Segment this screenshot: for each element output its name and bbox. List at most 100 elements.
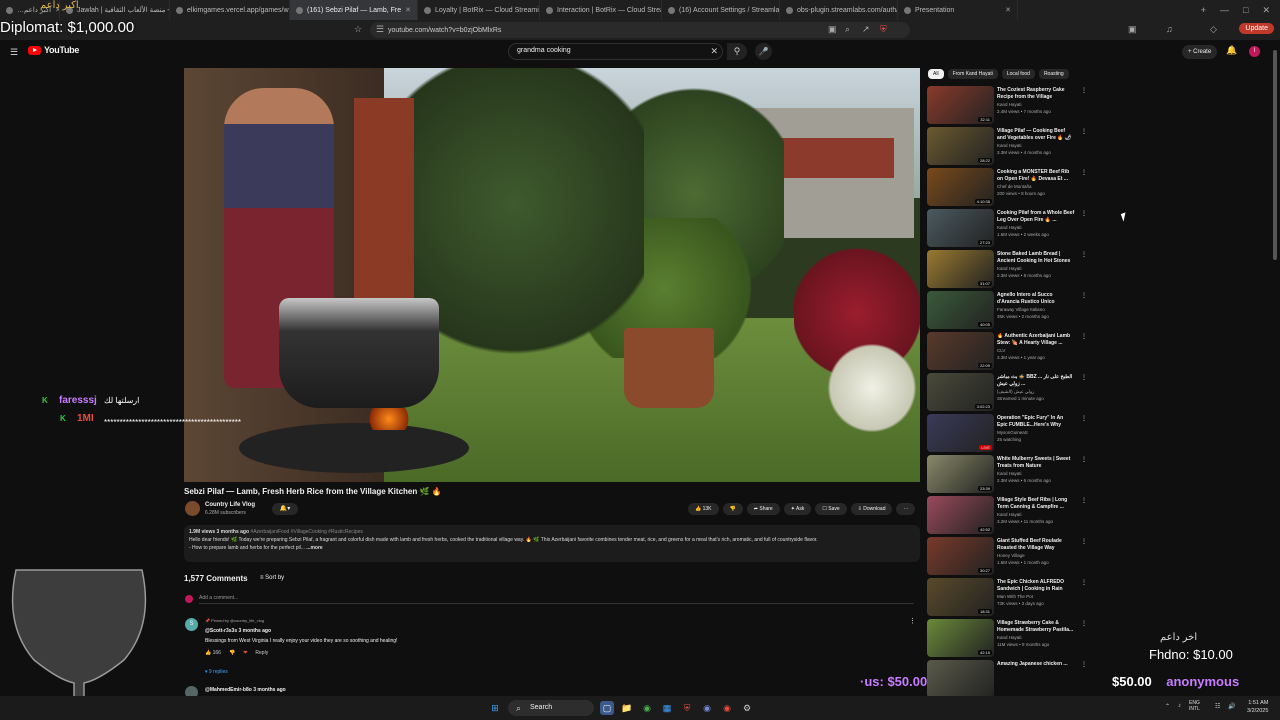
video-menu-icon[interactable]: ⋮ <box>1081 333 1087 340</box>
more-actions-icon[interactable]: ⋯ <box>896 503 916 515</box>
search-button[interactable]: ⚲ <box>727 43 747 60</box>
recommended-channel[interactable]: Kand Hayati <box>997 512 1022 517</box>
recommended-title[interactable]: Cooking Pilaf from a Whole Beef Leg Over… <box>997 210 1075 223</box>
file-explorer-icon[interactable]: 📁 <box>620 701 634 715</box>
recommended-video[interactable]: 30:27 Giant Stuffed Beef Roulade Roasted … <box>927 537 1087 575</box>
brave-shield-icon[interactable]: ⛨ <box>880 24 887 35</box>
clear-search-icon[interactable]: ✕ <box>710 46 718 57</box>
tab-close-icon[interactable]: ✕ <box>1005 6 1011 14</box>
recommended-title[interactable]: Giant Stuffed Beef Roulade Roasted the V… <box>997 538 1075 551</box>
recommended-video[interactable]: 42:52 Village Style Beef Ribs | Long Term… <box>927 496 1087 534</box>
subscribe-bell-button[interactable]: 🔔▾ <box>272 503 298 515</box>
browser-tab[interactable]: Presentation ✕ <box>898 0 1018 20</box>
hamburger-menu-icon[interactable]: ☰ <box>10 47 18 58</box>
recommended-channel[interactable]: Kand Hayati <box>997 471 1022 476</box>
recommended-title[interactable]: Operation "Epic Fury" In An Epic FUMBLE.… <box>997 415 1075 428</box>
video-thumbnail[interactable]: 42:52 <box>927 496 994 534</box>
recommended-video[interactable]: 27:23 Cooking Pilaf from a Whole Beef Leg… <box>927 209 1087 247</box>
bookmark-icon[interactable]: ☆ <box>354 24 362 35</box>
filter-chip[interactable]: Local food <box>1001 69 1035 79</box>
recommended-video[interactable]: 22:09 🔥 Authentic Azerbaijani Lamb Stew: … <box>927 332 1087 370</box>
site-info-icon[interactable]: ☰ <box>376 24 384 35</box>
comment-menu-icon[interactable]: ⋮ <box>909 617 916 625</box>
music-icon[interactable]: ♫ <box>1166 24 1173 34</box>
view-replies-button[interactable]: ▾ 9 replies <box>205 669 228 675</box>
search-input[interactable]: grandma cooking ✕ <box>508 43 723 60</box>
browser-tab[interactable]: elkimgames.vercel.app/games/whea✕ <box>170 0 290 20</box>
comment-dislike-button[interactable]: 👎 <box>229 650 235 656</box>
description-tags[interactable]: #AzerbaijaniFood #VillageCooking #Rustic… <box>250 529 362 535</box>
video-thumbnail[interactable]: 32:11 <box>927 86 994 124</box>
browser-tab[interactable]: (16) Account Settings / Streamlabs✕ <box>662 0 780 20</box>
chrome-icon[interactable]: ◉ <box>640 701 654 715</box>
comment-like-button[interactable]: 👍 166 <box>205 650 221 656</box>
browser-tab[interactable]: (161) Sebzi Pilaf — Lamb, Fre ✕ <box>290 0 418 20</box>
description-box[interactable]: 1.9M views 3 months ago #AzerbaijaniFood… <box>184 525 920 562</box>
save-button[interactable]: ☐ Save <box>815 503 847 515</box>
recommended-channel[interactable]: CLV <box>997 348 1005 353</box>
video-menu-icon[interactable]: ⋮ <box>1081 415 1087 422</box>
recommended-video[interactable]: 42:15 Village Strawberry Cake & Homemade … <box>927 619 1087 657</box>
windows-start-icon[interactable]: ⊞ <box>488 701 502 715</box>
zoom-icon[interactable]: ⌕ <box>845 24 850 35</box>
cast-icon[interactable]: ▣ <box>828 24 837 35</box>
video-menu-icon[interactable]: ⋮ <box>1081 579 1087 586</box>
browser-tab[interactable]: obs-plugin.streamlabs.com/auth/su✕ <box>780 0 898 20</box>
ask-button[interactable]: ✦ Ask <box>783 503 812 515</box>
like-button[interactable]: 👍 13K <box>688 503 719 515</box>
video-menu-icon[interactable]: ⋮ <box>1081 538 1087 545</box>
tray-chevron-icon[interactable]: ⌃ <box>1165 703 1170 710</box>
steam-icon[interactable]: ⚙ <box>740 701 754 715</box>
video-thumbnail[interactable]: 23:39 <box>927 455 994 493</box>
video-menu-icon[interactable]: ⋮ <box>1081 620 1087 627</box>
download-button[interactable]: ⇩ Download <box>850 503 893 515</box>
video-thumbnail[interactable]: 31:07 <box>927 250 994 288</box>
recommended-channel[interactable]: Chef de Montaña <box>997 184 1032 189</box>
video-menu-icon[interactable]: ⋮ <box>1081 251 1087 258</box>
dislike-button[interactable]: 👎 <box>722 503 743 515</box>
video-menu-icon[interactable]: ⋮ <box>1081 497 1087 504</box>
video-menu-icon[interactable]: ⋮ <box>1081 128 1087 135</box>
notifications-bell-icon[interactable]: 🔔 <box>1226 45 1237 56</box>
network-icon[interactable]: ☷ <box>1215 703 1220 710</box>
recommended-title[interactable]: White Mulberry Sweets | Sweet Treats fro… <box>997 456 1075 469</box>
recommended-channel[interactable]: Kand Hayati <box>997 635 1022 640</box>
brave-icon[interactable]: ⛨ <box>680 701 694 715</box>
discord-icon[interactable]: ◉ <box>700 701 714 715</box>
obs-icon[interactable]: ◉ <box>720 701 734 715</box>
recommended-video[interactable]: 4:10:35 Cooking a MONSTER Beef Rib on Ope… <box>927 168 1087 206</box>
recommended-video[interactable]: 40:05 Agnello Intero al Succo d'Arancia R… <box>927 291 1087 329</box>
voice-search-icon[interactable]: 🎤 <box>755 43 772 60</box>
new-tab-icon[interactable]: + <box>1201 5 1206 16</box>
recommended-title[interactable]: The Epic Chicken ALFREDO Sandwich | Cook… <box>997 579 1075 592</box>
youtube-logo[interactable]: YouTube <box>28 45 79 55</box>
video-menu-icon[interactable]: ⋮ <box>1081 456 1087 463</box>
video-thumbnail[interactable]: 42:15 <box>927 619 994 657</box>
recommended-channel[interactable]: Kand Hayati <box>997 225 1022 230</box>
page-scrollbar[interactable] <box>1273 50 1277 260</box>
channel-avatar[interactable] <box>185 501 200 516</box>
wallet-icon[interactable]: ◇ <box>1210 24 1217 35</box>
video-thumbnail[interactable]: LIVE <box>927 414 994 452</box>
close-window-icon[interactable]: ✕ <box>1262 5 1270 16</box>
video-thumbnail[interactable]: 28:22 <box>927 127 994 165</box>
recommended-channel[interactable]: Kand Hayati <box>997 102 1022 107</box>
second-comment-author[interactable]: @MahmedEmir-b8o 3 months ago <box>205 687 286 693</box>
update-button[interactable]: Update <box>1239 23 1274 34</box>
recommended-video[interactable]: 3:02:23 بث مباشر 🍲 BBZ الطبخ على نار ... … <box>927 373 1087 411</box>
recommended-title[interactable]: Village Style Beef Ribs | Long Term Cann… <box>997 497 1075 510</box>
video-menu-icon[interactable]: ⋮ <box>1081 292 1087 299</box>
video-menu-icon[interactable]: ⋮ <box>1081 661 1087 668</box>
recommended-channel[interactable]: Kand Hayati <box>997 143 1022 148</box>
video-thumbnail[interactable]: 40:05 <box>927 291 994 329</box>
add-comment-input[interactable]: Add a comment... <box>199 595 914 604</box>
recommended-video[interactable]: Amazing Japanese chicken ... ⋮ <box>927 660 1087 698</box>
recommended-title[interactable]: Stone Baked Lamb Bread | Ancient Cooking… <box>997 251 1075 264</box>
taskbar-search[interactable]: Search <box>508 700 594 716</box>
maximize-icon[interactable]: □ <box>1243 5 1248 16</box>
sort-comments-button[interactable]: ≡ Sort by <box>260 575 284 581</box>
reply-button[interactable]: Reply <box>255 650 268 656</box>
recommended-channel[interactable]: Faraway Village Italiano <box>997 307 1045 312</box>
filter-chip[interactable]: All <box>928 69 944 79</box>
recommended-channel[interactable]: زولي عيش (الشيف) <box>997 389 1034 395</box>
